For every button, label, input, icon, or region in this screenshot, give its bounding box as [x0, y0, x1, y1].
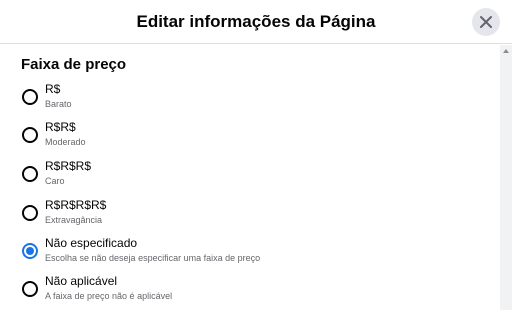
radio-button[interactable]: [22, 127, 38, 143]
option-label: R$R$R$R$: [45, 198, 107, 212]
price-range-title: Faixa de preço: [21, 56, 127, 73]
radio-button[interactable]: [22, 166, 38, 182]
close-button[interactable]: [472, 8, 500, 36]
edit-page-info-dialog: Editar informações da Página Faixa de pr…: [0, 0, 512, 310]
scrollbar[interactable]: [500, 45, 512, 310]
radio-button[interactable]: [22, 89, 38, 105]
price-option-not-applicable[interactable]: Não aplicável A faixa de preço não é apl…: [0, 274, 500, 308]
close-icon: [480, 16, 492, 28]
option-label: R$: [45, 82, 61, 96]
price-option-extravagant[interactable]: R$R$R$R$ Extravagância: [0, 198, 500, 232]
option-label: Não especificado: [45, 236, 138, 250]
radio-button[interactable]: [22, 205, 38, 221]
price-option-unspecified[interactable]: Não especificado Escolha se não deseja e…: [0, 236, 500, 270]
dialog-header: Editar informações da Página: [0, 0, 512, 44]
option-description: Caro: [45, 176, 65, 186]
option-description: Escolha se não deseja especificar uma fa…: [45, 253, 261, 263]
option-description: Barato: [45, 99, 72, 109]
dialog-title: Editar informações da Página: [136, 12, 376, 31]
scroll-up-arrow-icon[interactable]: [503, 49, 509, 53]
price-option-cheap[interactable]: R$ Barato: [0, 82, 500, 116]
option-label: R$R$R$: [45, 159, 92, 173]
radio-button[interactable]: [22, 281, 38, 297]
option-description: A faixa de preço não é aplicável: [45, 291, 173, 301]
radio-button[interactable]: [22, 243, 38, 259]
option-label: Não aplicável: [45, 274, 118, 288]
option-description: Extravagância: [45, 215, 103, 225]
dialog-content: Faixa de preço R$ Barato R$R$ Moderado R…: [0, 45, 500, 310]
option-description: Moderado: [45, 137, 86, 147]
price-option-expensive[interactable]: R$R$R$ Caro: [0, 159, 500, 193]
option-label: R$R$: [45, 120, 76, 134]
price-option-moderate[interactable]: R$R$ Moderado: [0, 120, 500, 154]
